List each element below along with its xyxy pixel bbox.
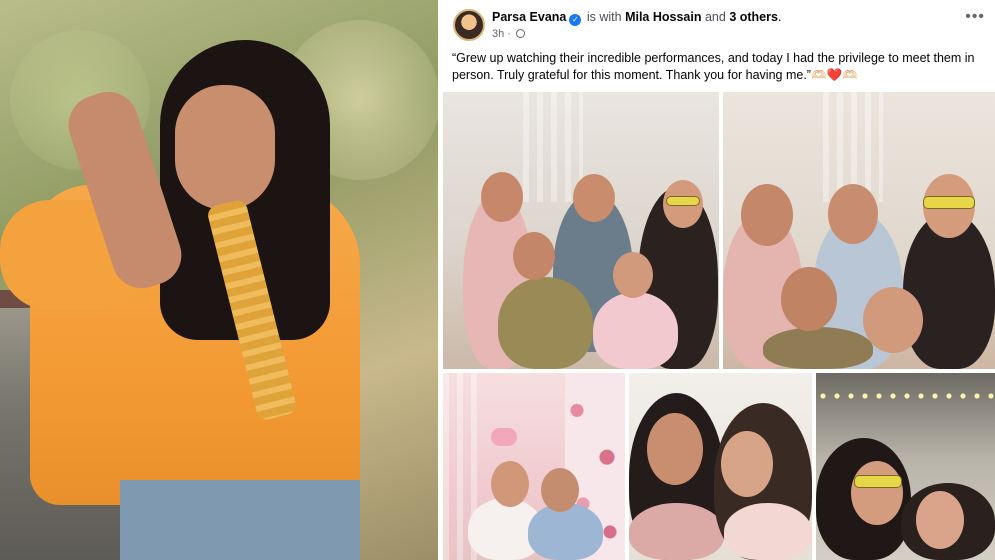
post-header: Parsa Evana ✓ is with Mila Hossain and 3 … bbox=[441, 0, 995, 46]
person-head bbox=[741, 184, 793, 246]
person bbox=[528, 503, 603, 560]
period: . bbox=[777, 10, 782, 24]
person-head bbox=[481, 172, 523, 222]
person-head bbox=[916, 491, 964, 549]
person-head bbox=[647, 413, 703, 485]
author-avatar[interactable] bbox=[453, 9, 485, 41]
globe-icon bbox=[516, 29, 526, 38]
group-photo-3[interactable] bbox=[443, 373, 625, 560]
verified-badge-icon: ✓ bbox=[569, 14, 582, 26]
person-head bbox=[828, 184, 878, 244]
person bbox=[593, 292, 678, 369]
tagged-person[interactable]: Mila Hossain bbox=[625, 10, 701, 24]
sunglasses bbox=[923, 196, 975, 209]
post-meta: 3h · bbox=[492, 28, 526, 40]
curtain bbox=[523, 92, 583, 202]
person-head bbox=[863, 287, 923, 353]
and-text: and bbox=[704, 10, 726, 24]
person-head bbox=[721, 431, 773, 497]
person-head bbox=[573, 174, 615, 222]
pink-bow bbox=[491, 428, 517, 446]
person bbox=[763, 327, 873, 369]
person bbox=[724, 503, 812, 560]
more-options-icon[interactable]: ••• bbox=[965, 8, 985, 26]
others-link[interactable]: 3 others bbox=[729, 10, 778, 24]
portrait-photo bbox=[0, 0, 438, 560]
photo-grid bbox=[441, 92, 995, 560]
group-photo-1[interactable] bbox=[443, 92, 719, 369]
group-photo-2[interactable] bbox=[723, 92, 995, 369]
group-photo-5[interactable] bbox=[816, 373, 995, 560]
post-time[interactable]: 3h · bbox=[492, 28, 511, 40]
facebook-post: Parsa Evana ✓ is with Mila Hossain and 3 … bbox=[441, 0, 995, 560]
fairy-lights bbox=[816, 391, 995, 401]
person-head bbox=[541, 468, 579, 512]
person bbox=[629, 503, 724, 560]
person-head bbox=[513, 232, 555, 280]
person-head bbox=[491, 461, 529, 507]
post-caption: “Grew up watching their incredible perfo… bbox=[452, 50, 986, 83]
author-line: Parsa Evana ✓ is with Mila Hossain and 3 … bbox=[492, 10, 781, 26]
person-head bbox=[851, 461, 903, 525]
person bbox=[498, 277, 593, 369]
group-photo-4[interactable] bbox=[629, 373, 812, 560]
caption-text: “Grew up watching their incredible perfo… bbox=[452, 51, 975, 82]
author-name[interactable]: Parsa Evana bbox=[492, 10, 566, 24]
person-head bbox=[781, 267, 837, 331]
sunglasses bbox=[666, 196, 700, 206]
sunglasses bbox=[854, 475, 902, 488]
face bbox=[175, 85, 275, 210]
person-head bbox=[613, 252, 653, 298]
with-text: is with bbox=[586, 10, 622, 24]
caption-emoji: 🫶🏻❤️🫶🏻 bbox=[810, 67, 858, 82]
jeans bbox=[120, 480, 360, 560]
